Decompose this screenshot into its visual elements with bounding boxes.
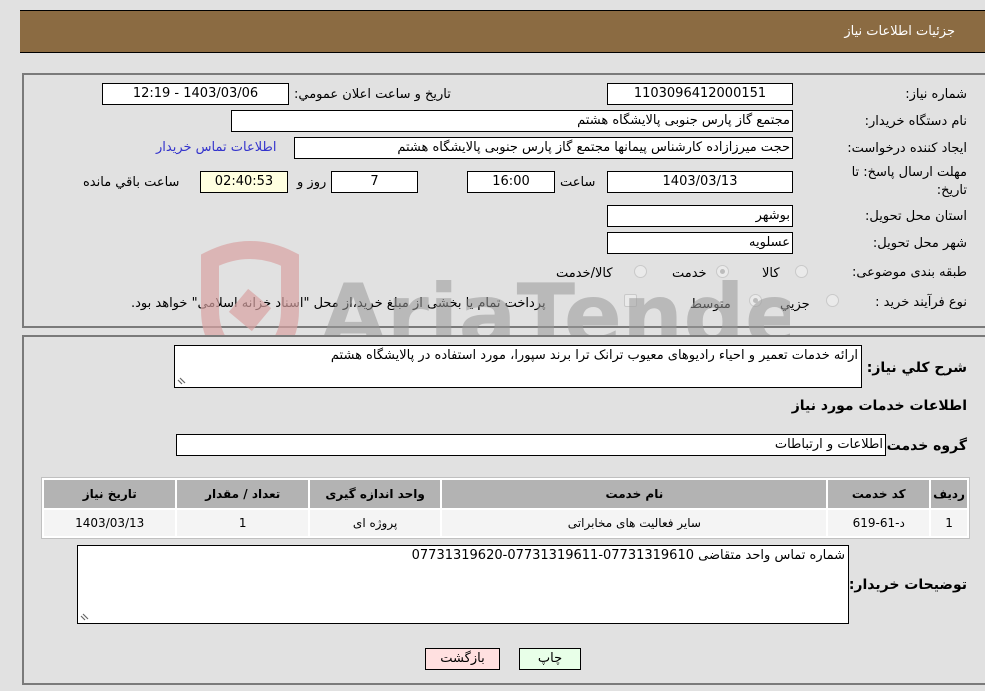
category-option-service: خدمت	[672, 266, 707, 281]
buyer-notes-textarea[interactable]: شماره تماس واحد متقاضی 07731319610-07731…	[77, 545, 849, 624]
summary-textarea[interactable]: ارائه خدمات تعمیر و احیاء رادیوهای معیوب…	[174, 345, 862, 388]
process-option-medium: متوسط	[690, 297, 731, 312]
service-group-field[interactable]: اطلاعات و ارتباطات	[176, 434, 886, 456]
back-button[interactable]: بازگشت	[425, 648, 500, 670]
category-option-goods-service: کالا/خدمت	[556, 266, 613, 281]
cell-quantity: 1	[177, 510, 308, 536]
col-unit: واحد اندازه گيری	[309, 480, 441, 508]
process-option-minor: جزيي	[780, 297, 810, 312]
page-title: جزئیات اطلاعات نیاز	[844, 24, 955, 39]
city-field[interactable]: عسلویه	[607, 232, 793, 254]
need-number-label: شماره نیاز:	[905, 87, 967, 102]
services-table: رديف کد خدمت نام خدمت واحد اندازه گيری ت…	[41, 477, 970, 539]
province-label: استان محل تحویل:	[865, 209, 967, 224]
category-radio-goods[interactable]	[795, 265, 808, 278]
creator-label: ایجاد کننده درخواست:	[847, 141, 967, 156]
cell-unit: پروژه ای	[309, 510, 441, 536]
buyer-notes-label: توضيحات خريدار:	[848, 577, 967, 593]
col-row-number: رديف	[931, 480, 967, 508]
summary-label: شرح کلي نياز:	[866, 360, 967, 376]
process-radio-minor[interactable]	[826, 294, 839, 307]
remaining-label: ساعت باقي مانده	[83, 175, 180, 190]
cell-row-number: 1	[931, 510, 967, 536]
category-label: طبقه بندی موضوعی:	[851, 265, 967, 280]
col-need-date: تاريخ نياز	[44, 480, 176, 508]
resize-handle-icon[interactable]	[177, 376, 186, 385]
col-service-name: نام خدمت	[442, 480, 827, 508]
category-radio-service[interactable]	[716, 265, 729, 278]
need-number-field[interactable]: 1103096412000151	[607, 83, 793, 105]
treasury-checkbox[interactable]	[624, 294, 637, 307]
cell-service-code: د-61-619	[828, 510, 930, 536]
deadline-label: مهلت ارسال پاسخ: تا	[851, 165, 967, 180]
time-label: ساعت	[560, 175, 596, 190]
days-field[interactable]: 7	[331, 171, 418, 193]
category-option-goods: کالا	[762, 266, 780, 281]
summary-text: ارائه خدمات تعمیر و احیاء رادیوهای معیوب…	[330, 348, 858, 363]
col-service-code: کد خدمت	[828, 480, 930, 508]
category-radio-goods-service[interactable]	[634, 265, 647, 278]
city-label: شهر محل تحویل:	[872, 236, 967, 251]
page-header: جزئیات اطلاعات نیاز	[20, 10, 985, 53]
need-details-panel: شرح کلي نياز: ارائه خدمات تعمیر و احیاء …	[22, 335, 985, 685]
col-quantity: تعداد / مقدار	[177, 480, 308, 508]
table-row: 1 د-61-619 سایر فعالیت های مخابراتی پروژ…	[44, 510, 967, 536]
cell-service-name: سایر فعالیت های مخابراتی	[442, 510, 827, 536]
treasury-text: پرداخت تمام یا بخشی از مبلغ خرید،از محل …	[131, 296, 546, 311]
services-title: اطلاعات خدمات مورد نياز	[791, 398, 967, 414]
process-label: نوع فرآیند خرید :	[875, 295, 967, 310]
process-radio-medium[interactable]	[749, 294, 762, 307]
service-group-label: گروه خدمت:	[881, 438, 967, 454]
remaining-time-field: 02:40:53	[200, 171, 288, 193]
resize-handle-icon[interactable]	[80, 612, 89, 621]
days-label: روز و	[297, 175, 327, 190]
buyer-contact-link[interactable]: اطلاعات تماس خریدار	[156, 140, 276, 155]
deadline-date-field[interactable]: 1403/03/13	[607, 171, 793, 193]
announce-field[interactable]: 1403/03/06 - 12:19	[102, 83, 289, 105]
cell-need-date: 1403/03/13	[44, 510, 176, 536]
deadline-time-field[interactable]: 16:00	[467, 171, 555, 193]
buyer-org-label: نام دستگاه خریدار:	[864, 114, 967, 129]
province-field[interactable]: بوشهر	[607, 205, 793, 227]
announce-label: تاریخ و ساعت اعلان عمومي:	[294, 87, 451, 102]
deadline-label-2: تاریخ:	[936, 183, 967, 198]
buyer-notes-text: شماره تماس واحد متقاضی 07731319610-07731…	[411, 548, 845, 563]
table-header-row: رديف کد خدمت نام خدمت واحد اندازه گيری ت…	[44, 480, 967, 508]
creator-field[interactable]: حجت میرزازاده کارشناس پیمانها مجتمع گاز …	[294, 137, 793, 159]
print-button[interactable]: چاپ	[519, 648, 581, 670]
buyer-org-field[interactable]: مجتمع گاز پارس جنوبی پالایشگاه هشتم	[231, 110, 793, 132]
